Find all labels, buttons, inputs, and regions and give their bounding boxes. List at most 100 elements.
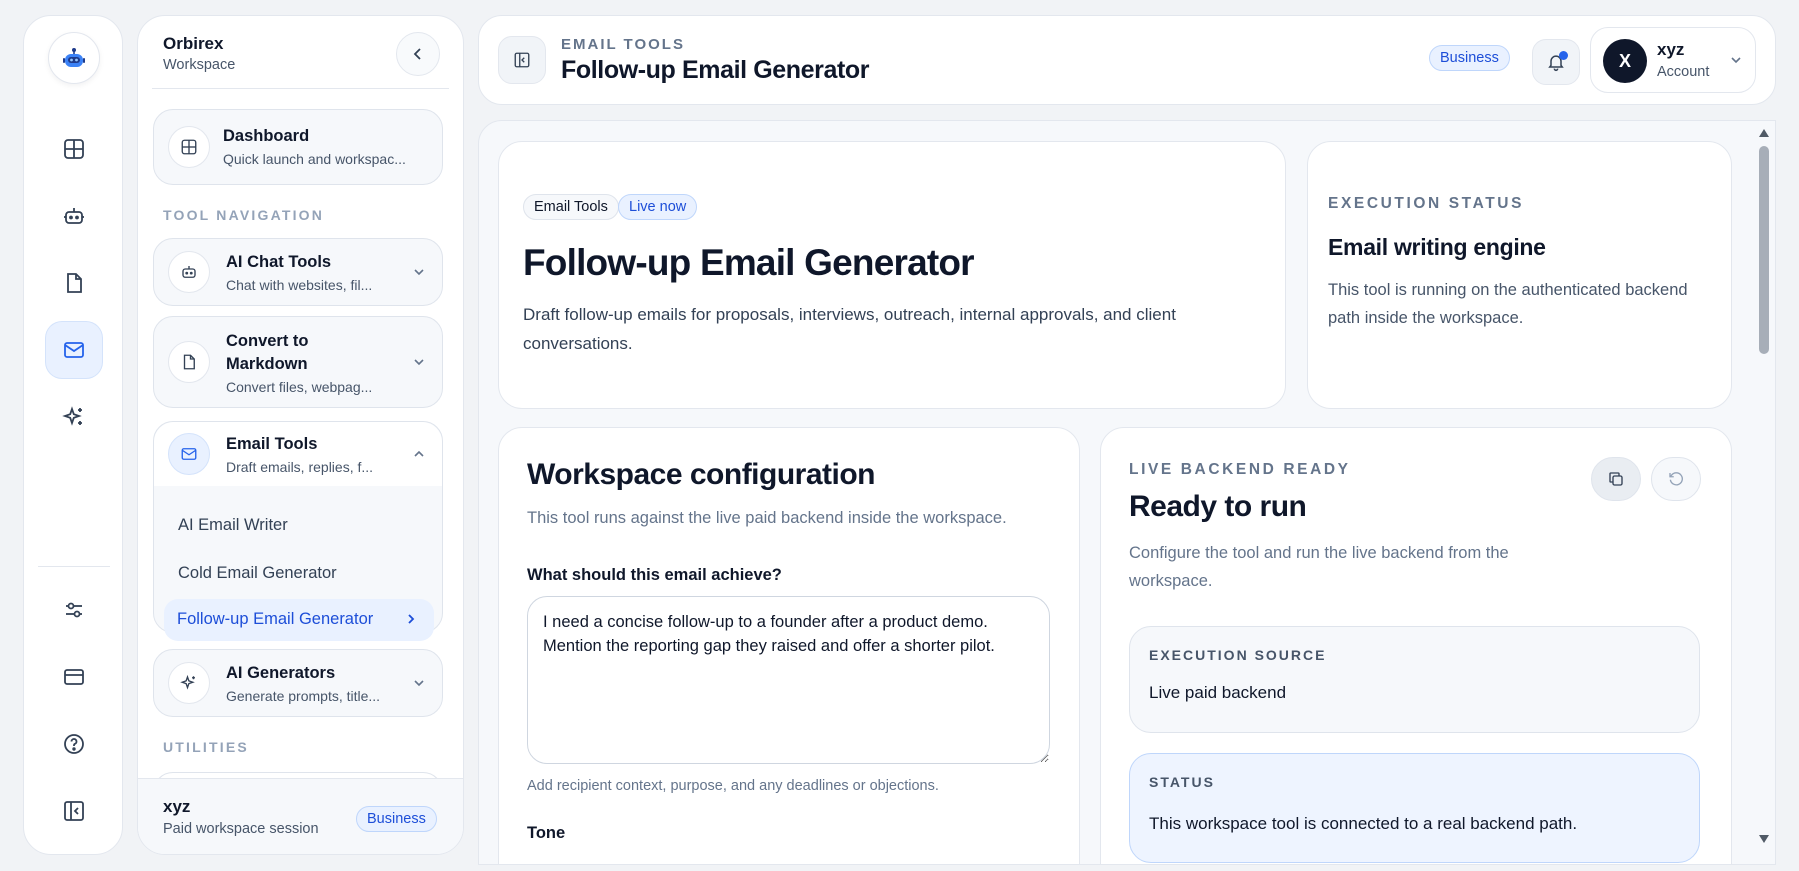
chevron-left-icon [413, 48, 421, 60]
chat-icon-wrap [168, 251, 210, 293]
execution-source-box: EXECUTION SOURCE Live paid backend [1129, 626, 1700, 733]
sparkles-icon-wrap [168, 662, 210, 704]
sub-item-follow-up-email-generator[interactable]: Follow-up Email Generator [164, 599, 434, 641]
sidebar-item-dashboard[interactable]: Dashboard Quick launch and workspac... [153, 109, 443, 185]
footer-user-name: xyz [163, 797, 191, 816]
rail-dashboard-button[interactable] [46, 121, 102, 177]
hero-description: Draft follow-up emails for proposals, in… [523, 305, 1176, 353]
sidebar: Orbirex Workspace Dashboard Quick launch… [137, 15, 464, 855]
rail-generators-button[interactable] [46, 389, 102, 445]
workspace-configuration-panel: Workspace configuration This tool runs a… [498, 427, 1080, 864]
scroll-up-arrow-icon[interactable] [1758, 128, 1770, 138]
group-subtitle: Draft emails, replies, f... [226, 459, 374, 475]
mail-icon [181, 448, 197, 460]
execution-source-label: EXECUTION SOURCE [1149, 647, 1327, 663]
execution-status-panel: EXECUTION STATUS Email writing engine Th… [1307, 141, 1732, 409]
dashboard-subtitle: Quick launch and workspac... [223, 151, 406, 167]
rail-markdown-button[interactable] [46, 255, 102, 311]
rail-toggle-sidebar-button[interactable] [46, 783, 102, 839]
collapse-sidebar-button[interactable] [396, 32, 440, 76]
hero-panel: Email Tools Live now Follow-up Email Gen… [498, 141, 1286, 409]
group-subtitle: Convert files, webpag... [226, 379, 373, 395]
rail-settings-button[interactable] [46, 582, 102, 638]
file-icon [67, 273, 82, 293]
rail-billing-button[interactable] [46, 649, 102, 705]
execution-status-description: This tool is running on the authenticate… [1328, 281, 1688, 327]
config-description: This tool runs against the live paid bac… [527, 509, 1007, 527]
grid-icon [181, 139, 197, 155]
account-name: xyz [1657, 40, 1685, 59]
group-title: AI Generators [226, 664, 336, 682]
execution-status-eyebrow: EXECUTION STATUS [1328, 195, 1525, 212]
account-subtitle: Account [1657, 64, 1710, 80]
section-tool-navigation: TOOL NAVIGATION [163, 207, 325, 223]
main-scrollbar[interactable] [1755, 124, 1773, 854]
rotate-ccw-icon [1669, 472, 1683, 486]
robot-logo-icon [63, 48, 85, 67]
execution-source-value: Live paid backend [1149, 683, 1287, 702]
plan-badge: Business [356, 806, 437, 832]
sub-item-ai-email-writer[interactable]: AI Email Writer [178, 516, 288, 535]
sidebar-group-convert-to-markdown[interactable]: Convert to Markdown Convert files, webpa… [153, 316, 443, 408]
app-logo[interactable] [48, 32, 100, 84]
goal-hint: Add recipient context, purpose, and any … [527, 778, 939, 794]
help-circle-icon [64, 734, 84, 754]
bot-icon [64, 208, 84, 224]
goal-label: What should this email achieve? [527, 566, 782, 584]
main-content: Email Tools Live now Follow-up Email Gen… [478, 120, 1776, 865]
header-eyebrow: EMAIL TOOLS [561, 36, 685, 53]
sliders-icon [66, 602, 82, 618]
top-header: EMAIL TOOLS Follow-up Email Generator Bu… [478, 15, 1776, 105]
chevron-down-icon [1731, 57, 1741, 64]
reset-button[interactable] [1651, 457, 1701, 501]
sparkles-icon [62, 406, 82, 426]
dashboard-icon-wrap [168, 126, 210, 168]
notifications-button[interactable] [1532, 39, 1580, 85]
sidebar-footer: xyz Paid workspace session Business [138, 778, 463, 854]
toggle-panel-button[interactable] [498, 36, 546, 84]
sparkles-icon [180, 674, 195, 690]
footer-user-subtitle: Paid workspace session [163, 821, 319, 837]
grid-icon [64, 139, 84, 159]
account-menu-button[interactable]: X xyz Account [1590, 27, 1756, 93]
rail-divider [38, 566, 110, 567]
group-subtitle: Generate prompts, title... [226, 688, 381, 704]
copy-icon [1609, 472, 1623, 486]
config-title: Workspace configuration [527, 458, 876, 491]
chevron-down-icon [414, 269, 424, 276]
run-panel: LIVE BACKEND READY Ready to run Configur… [1100, 427, 1732, 864]
group-title: Convert to [226, 332, 309, 350]
scroll-down-arrow-icon[interactable] [1758, 834, 1770, 844]
run-title: Ready to run [1129, 490, 1307, 523]
sub-item-cold-email-generator[interactable]: Cold Email Generator [178, 564, 337, 583]
chevron-right-icon [408, 614, 415, 624]
panel-left-icon [64, 801, 84, 821]
workspace-name: Orbirex [163, 34, 224, 53]
dashboard-title: Dashboard [223, 127, 310, 145]
category-pill: Email Tools [523, 194, 619, 220]
status-value: This workspace tool is connected to a re… [1149, 814, 1578, 833]
goal-textarea[interactable]: I need a concise follow-up to a founder … [527, 596, 1050, 764]
run-description: Configure the tool and run the live back… [1129, 544, 1509, 590]
run-eyebrow: LIVE BACKEND READY [1129, 461, 1351, 478]
live-now-pill: Live now [618, 194, 698, 220]
page-title: Follow-up Email Generator [561, 56, 870, 84]
rail-email-button[interactable] [46, 322, 102, 378]
plan-badge: Business [1429, 45, 1510, 71]
sidebar-group-ai-chat-tools[interactable]: AI Chat Tools Chat with websites, fil... [153, 238, 443, 306]
sidebar-divider [152, 88, 449, 89]
chevron-down-icon [414, 359, 424, 366]
status-box: STATUS This workspace tool is connected … [1129, 753, 1700, 863]
email-group-header[interactable]: Email Tools Draft emails, replies, f... [154, 422, 442, 486]
rail-help-button[interactable] [46, 716, 102, 772]
panel-left-icon [514, 52, 530, 68]
scroll-thumb[interactable] [1759, 146, 1769, 354]
sidebar-group-ai-generators[interactable]: AI Generators Generate prompts, title... [153, 649, 443, 717]
group-title: Email Tools [226, 435, 318, 453]
chevron-up-icon [414, 450, 424, 457]
rail-chat-tools-button[interactable] [46, 188, 102, 244]
section-utilities: UTILITIES [163, 739, 249, 755]
file-icon-wrap [168, 341, 210, 383]
copy-button[interactable] [1591, 457, 1641, 501]
hero-title: Follow-up Email Generator [523, 242, 975, 283]
